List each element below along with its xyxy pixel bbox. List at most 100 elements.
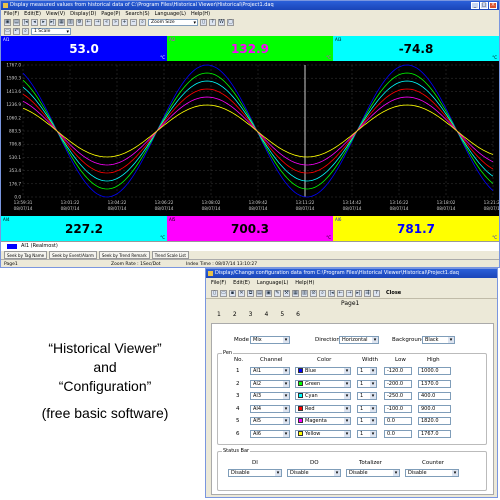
- menu-language[interactable]: Language(L): [155, 10, 186, 18]
- config-menu-help[interactable]: Help(H): [295, 279, 314, 287]
- zoom-in-icon[interactable]: +: [121, 19, 128, 26]
- tab-seek-trend[interactable]: Seek by Trend Remark: [98, 251, 150, 259]
- pen-channel-select[interactable]: AI4: [250, 404, 290, 413]
- pen-high-input[interactable]: 1000.0: [418, 367, 451, 375]
- menu-search[interactable]: Search(S): [125, 10, 149, 18]
- pen-width-select[interactable]: 1: [357, 404, 377, 413]
- arrow-right-icon[interactable]: →: [94, 19, 101, 26]
- chart-icon[interactable]: ▥: [67, 19, 74, 26]
- print-icon[interactable]: ▤: [13, 19, 20, 26]
- open-folder-icon[interactable]: ▭: [220, 289, 227, 297]
- pen-high-input[interactable]: 1767.0: [418, 429, 451, 438]
- maximize-icon[interactable]: □: [480, 2, 488, 9]
- mode-select[interactable]: Mix: [250, 336, 290, 344]
- minimize-icon[interactable]: _: [471, 2, 479, 9]
- pen-low-input[interactable]: 0.0: [384, 429, 412, 438]
- tab-seek-event[interactable]: Seek by Event/Alarm: [49, 251, 97, 259]
- next-icon[interactable]: →: [346, 289, 353, 297]
- help-icon[interactable]: ?: [373, 289, 380, 297]
- close-button[interactable]: Close: [386, 290, 401, 296]
- page-tab-5[interactable]: 5: [274, 309, 290, 321]
- status-do-select[interactable]: Disable: [287, 469, 341, 477]
- pen-high-input[interactable]: 1820.0: [418, 417, 451, 425]
- config-menu-language[interactable]: Language(L): [257, 279, 288, 287]
- page-icon[interactable]: ▭: [4, 28, 11, 35]
- pen-channel-select[interactable]: AI6: [250, 429, 290, 438]
- copy-icon[interactable]: ⧉: [247, 289, 254, 297]
- tab-trend-scale[interactable]: Trend Scale List: [151, 251, 189, 259]
- pen-color-select[interactable]: Cyan: [295, 392, 351, 400]
- stop-icon[interactable]: ⊘: [310, 289, 317, 297]
- print-icon[interactable]: ▤: [256, 289, 263, 297]
- page-tab-6[interactable]: 6: [290, 309, 306, 321]
- config-menu-edit[interactable]: Edit(E): [233, 279, 250, 287]
- page-tab-4[interactable]: 4: [258, 309, 274, 321]
- page-tab-1[interactable]: 1: [211, 309, 227, 321]
- fast-left-icon[interactable]: «: [103, 19, 110, 26]
- save-icon[interactable]: ▪: [229, 289, 236, 297]
- pen-channel-select[interactable]: AI3: [250, 392, 290, 400]
- tool-icon[interactable]: ⚒: [283, 289, 290, 297]
- background-select[interactable]: Black: [422, 336, 455, 344]
- search-icon[interactable]: ⌕: [319, 289, 326, 297]
- window-icon[interactable]: ▢: [227, 19, 234, 26]
- magnifier-icon[interactable]: ⌕: [22, 28, 29, 35]
- menu-display[interactable]: Display(D): [70, 10, 96, 18]
- zoom-size-select[interactable]: Zoom Size: [148, 19, 198, 26]
- pen-channel-select[interactable]: AI2: [250, 379, 290, 388]
- page-tab-2[interactable]: 2: [227, 309, 243, 321]
- pen-low-input[interactable]: -120.0: [384, 367, 412, 375]
- pen-icon[interactable]: ✎: [274, 289, 281, 297]
- undo-icon[interactable]: ↶: [13, 28, 20, 35]
- pen-width-select[interactable]: 1: [357, 379, 377, 388]
- first-icon[interactable]: |◂: [328, 289, 335, 297]
- direction-select[interactable]: Horizontal: [339, 336, 379, 344]
- pen-channel-select[interactable]: AI1: [250, 367, 290, 375]
- pen-width-select[interactable]: 1: [357, 392, 377, 400]
- fast-right-icon[interactable]: »: [112, 19, 119, 26]
- pen-high-input[interactable]: 1370.0: [418, 379, 451, 388]
- pen-low-input[interactable]: -250.0: [384, 392, 412, 400]
- close-icon[interactable]: ×: [489, 2, 497, 9]
- config-menu-file[interactable]: File(F): [211, 279, 226, 287]
- pen-low-input[interactable]: 0.0: [384, 417, 412, 425]
- new-file-icon[interactable]: ▯: [211, 289, 218, 297]
- prev-icon[interactable]: ◂: [31, 19, 38, 26]
- delete-icon[interactable]: ✕: [238, 289, 245, 297]
- prev-icon[interactable]: ←: [337, 289, 344, 297]
- pen-low-input[interactable]: -200.0: [384, 379, 412, 388]
- image-icon[interactable]: ▣: [265, 289, 272, 297]
- pen-width-select[interactable]: 1: [357, 367, 377, 375]
- status-di-select[interactable]: Disable: [228, 469, 282, 477]
- help-icon[interactable]: ?: [209, 19, 216, 26]
- search-icon[interactable]: ⌕: [139, 19, 146, 26]
- grid-icon[interactable]: ▦: [292, 289, 299, 297]
- arrow-left-icon[interactable]: ←: [85, 19, 92, 26]
- pen-channel-select[interactable]: AI5: [250, 417, 290, 425]
- device-icon[interactable]: ▥: [301, 289, 308, 297]
- menu-page[interactable]: Page(P): [101, 10, 120, 18]
- pen-color-select[interactable]: Red: [295, 404, 351, 413]
- status-totalizer-select[interactable]: Disable: [346, 469, 400, 477]
- next-icon[interactable]: ▸: [40, 19, 47, 26]
- pen-high-input[interactable]: 900.0: [418, 404, 451, 413]
- scale-select[interactable]: 1 Scale: [31, 28, 71, 35]
- settings-icon[interactable]: ⚙: [76, 19, 83, 26]
- pen-low-input[interactable]: -100.0: [384, 404, 412, 413]
- zoom-out-icon[interactable]: −: [130, 19, 137, 26]
- pen-color-select[interactable]: Green: [295, 379, 351, 388]
- weekly-icon[interactable]: W: [218, 19, 225, 26]
- open-icon[interactable]: ▣: [4, 19, 11, 26]
- grid-icon[interactable]: ▦: [58, 19, 65, 26]
- pen-width-select[interactable]: 1: [357, 417, 377, 425]
- tab-seek-tag[interactable]: Seek by Tag Name: [4, 251, 48, 259]
- export-icon[interactable]: ⇶: [364, 289, 371, 297]
- pen-color-select[interactable]: Yellow: [295, 429, 351, 438]
- menu-view[interactable]: View(V): [46, 10, 65, 18]
- first-page-icon[interactable]: |◂: [22, 19, 29, 26]
- mode-icon[interactable]: ▯: [200, 19, 207, 26]
- menu-edit[interactable]: Edit(E): [24, 10, 41, 18]
- last-page-icon[interactable]: ▸|: [49, 19, 56, 26]
- pen-width-select[interactable]: 1: [357, 429, 377, 438]
- last-icon[interactable]: ▸|: [355, 289, 362, 297]
